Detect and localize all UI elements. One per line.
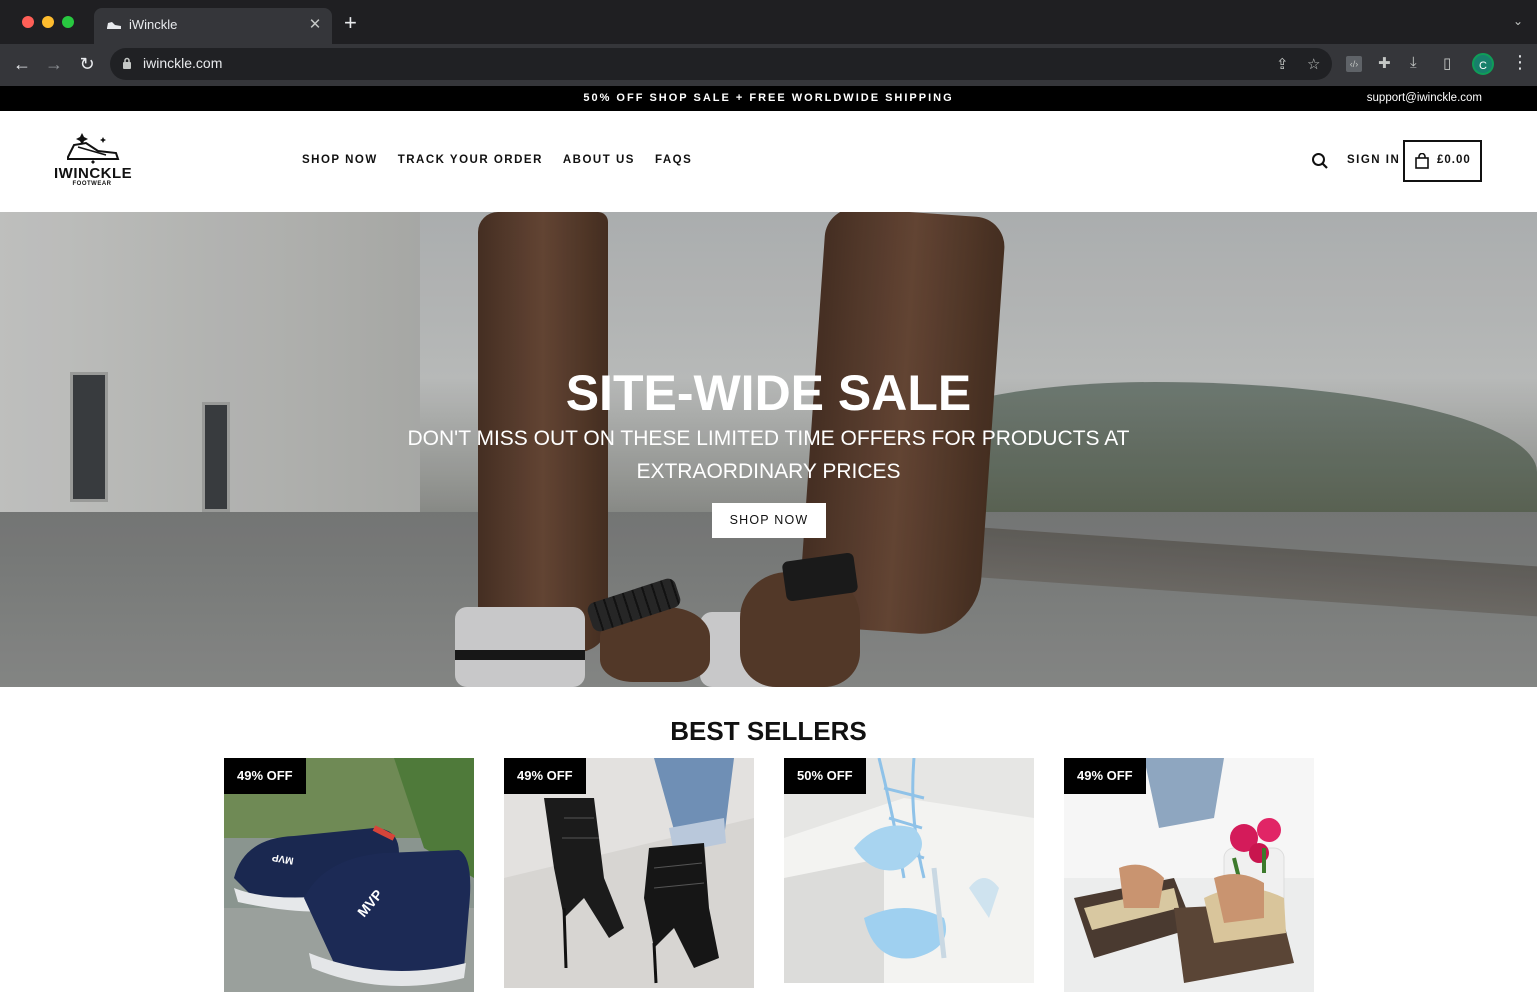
search-icon[interactable] (1311, 152, 1329, 170)
new-tab-button[interactable]: + (344, 12, 357, 34)
forward-arrow-icon[interactable]: → (42, 53, 66, 75)
product-card-4[interactable]: 49% OFF (1064, 758, 1314, 992)
lock-icon (123, 57, 131, 69)
hero-shop-now-button[interactable]: SHOP NOW (712, 503, 826, 538)
hero-title: SITE-WIDE SALE (565, 365, 972, 421)
product-card-3[interactable]: 50% OFF (784, 758, 1034, 983)
extensions-puzzle-icon[interactable]: ✚ (1378, 54, 1391, 72)
browser-tab[interactable]: iWinckle ✕ (94, 8, 332, 44)
shopping-bag-icon (1415, 153, 1429, 169)
product-card-2[interactable]: 49% OFF (504, 758, 754, 988)
hero-subtitle: DON'T MISS OUT ON THESE LIMITED TIME OFF… (407, 427, 1130, 483)
tab-title: iWinckle (129, 17, 178, 32)
close-window-button[interactable] (22, 16, 34, 28)
main-nav: SHOP NOW TRACK YOUR ORDER ABOUT US FAQS (302, 154, 692, 166)
browser-chrome: iWinckle ✕ + ⌄ ← → ↻ iwinckle.com ⇪ ☆ ‹/… (0, 0, 1537, 86)
code-extension-icon[interactable]: ‹/› (1346, 56, 1362, 72)
tab-bar: iWinckle ✕ + ⌄ (0, 0, 1537, 44)
sign-in-link[interactable]: SIGN IN (1347, 154, 1400, 166)
maximize-window-button[interactable] (62, 16, 74, 28)
logo-brand-text: IWINCKLE (54, 165, 133, 182)
cart-button[interactable]: £0.00 (1403, 140, 1482, 182)
announcement-bar: 50% OFF SHOP SALE + FREE WORLDWIDE SHIPP… (0, 86, 1537, 111)
side-panel-icon[interactable]: ▯ (1443, 54, 1451, 72)
back-arrow-icon[interactable]: ← (10, 53, 34, 75)
browser-toolbar: ← → ↻ iwinckle.com ⇪ ☆ ‹/› ✚ ⤓ ▯ C ⋮ (0, 44, 1537, 86)
site-logo[interactable]: IWINCKLE FOOTWEAR (54, 131, 133, 189)
minimize-window-button[interactable] (42, 16, 54, 28)
discount-badge: 49% OFF (1064, 758, 1146, 794)
address-bar[interactable]: iwinckle.com ⇪ ☆ (110, 48, 1332, 80)
tab-close-icon[interactable]: ✕ (306, 15, 324, 33)
nav-shop-now[interactable]: SHOP NOW (302, 154, 378, 166)
nav-track-order[interactable]: TRACK YOUR ORDER (398, 154, 543, 166)
nav-about-us[interactable]: ABOUT US (563, 154, 635, 166)
cart-total: £0.00 (1437, 154, 1471, 166)
announcement-text: 50% OFF SHOP SALE + FREE WORLDWIDE SHIPP… (583, 92, 954, 104)
nav-faqs[interactable]: FAQS (655, 154, 692, 166)
sneaker-logo-icon (67, 133, 120, 164)
share-icon[interactable]: ⇪ (1276, 55, 1289, 73)
logo-subtitle-text: FOOTWEAR (72, 181, 112, 187)
url-text: iwinckle.com (143, 55, 223, 71)
bookmark-star-icon[interactable]: ☆ (1307, 55, 1320, 73)
download-icon[interactable]: ⤓ (1410, 54, 1417, 71)
discount-badge: 49% OFF (504, 758, 586, 794)
support-email-link[interactable]: support@iwinckle.com (1367, 92, 1482, 104)
product-card-1[interactable]: 49% OFF MVP MVP (224, 758, 474, 992)
best-sellers-title: BEST SELLERS (670, 716, 867, 746)
discount-badge: 50% OFF (784, 758, 866, 794)
tab-search-chevron-icon[interactable]: ⌄ (1513, 14, 1523, 28)
hero-banner: SITE-WIDE SALE DON'T MISS OUT ON THESE L… (0, 212, 1537, 687)
more-menu-icon[interactable]: ⋮ (1511, 52, 1529, 73)
shoe-favicon-icon (107, 22, 121, 29)
reload-icon[interactable]: ↻ (75, 53, 99, 75)
discount-badge: 49% OFF (224, 758, 306, 794)
profile-avatar[interactable]: C (1472, 53, 1494, 75)
site-header: IWINCKLE FOOTWEAR SHOP NOW TRACK YOUR OR… (0, 111, 1537, 212)
